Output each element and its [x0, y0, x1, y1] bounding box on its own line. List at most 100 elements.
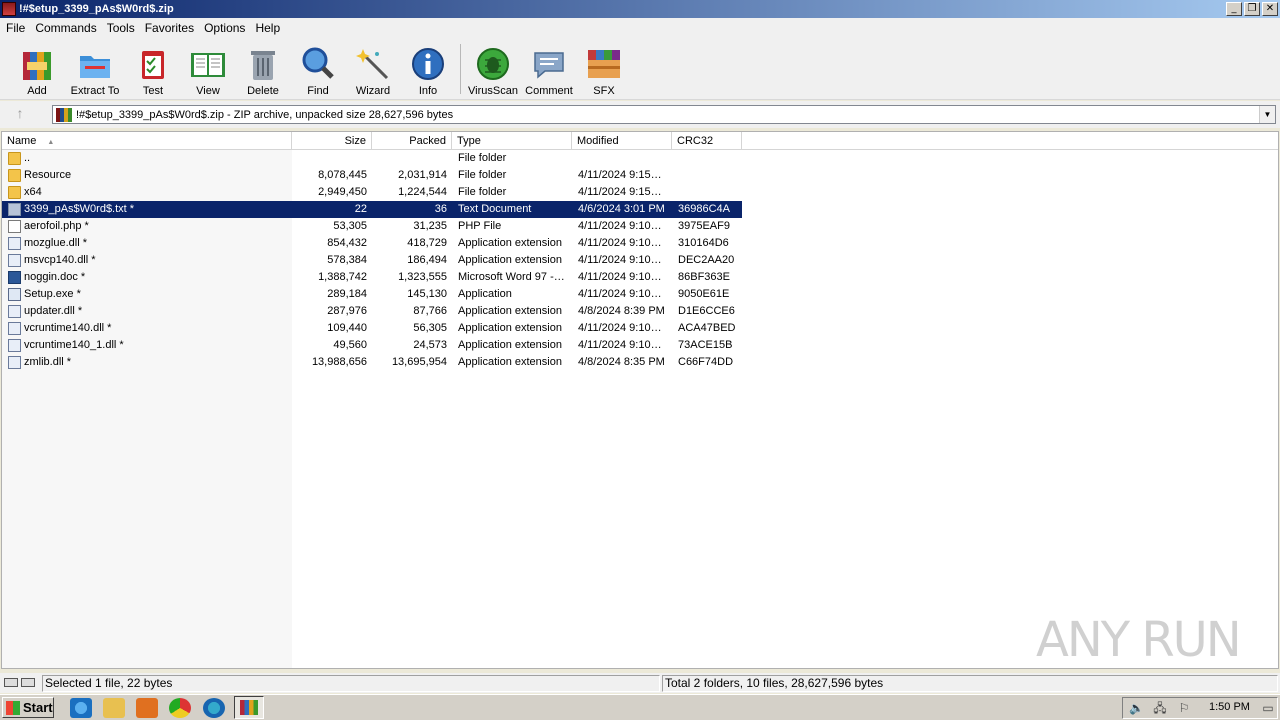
restore-button[interactable]: ❐	[1244, 2, 1260, 16]
menu-file[interactable]: File	[1, 21, 30, 35]
minimize-button[interactable]: _	[1226, 2, 1242, 16]
cell-crc: 86BF363E	[678, 271, 730, 283]
menu-bar: File Commands Tools Favorites Options He…	[0, 18, 1280, 38]
menu-help[interactable]: Help	[250, 21, 285, 35]
internet-explorer-icon[interactable]	[70, 698, 92, 718]
drive-icon[interactable]	[4, 678, 18, 687]
menu-tools[interactable]: Tools	[102, 21, 140, 35]
table-row[interactable]: Setup.exe * 289,184 145,130 Application 4/11…	[2, 286, 742, 303]
column-name[interactable]: Name ▲	[2, 132, 292, 150]
test-button[interactable]: Test	[125, 45, 181, 97]
file-icon	[8, 305, 21, 318]
table-row[interactable]: msvcp140.dll * 578,384 186,494 Application …	[2, 252, 742, 269]
file-icon	[8, 203, 21, 216]
menu-commands[interactable]: Commands	[30, 21, 101, 35]
wizard-button[interactable]: Wizard	[345, 45, 401, 97]
add-label: Add	[27, 85, 47, 97]
cell-name: zmlib.dll *	[24, 356, 72, 368]
column-size[interactable]: Size	[292, 132, 372, 150]
info-button[interactable]: Info	[400, 45, 456, 97]
comment-button[interactable]: Comment	[521, 45, 577, 97]
start-button[interactable]: Start	[2, 697, 54, 718]
cell-modified: 4/11/2024 9:10…	[578, 322, 662, 334]
comment-label: Comment	[525, 85, 573, 97]
media-player-icon[interactable]	[136, 698, 158, 718]
extract-to-button[interactable]: Extract To	[67, 45, 123, 97]
table-row[interactable]: aerofoil.php * 53,305 31,235 PHP File 4/11/2…	[2, 218, 742, 235]
chrome-icon[interactable]	[169, 698, 191, 718]
toolbar-separator	[460, 44, 461, 94]
column-modified[interactable]: Modified	[572, 132, 672, 150]
file-icon	[8, 339, 21, 352]
cell-packed: 24,573	[413, 339, 447, 351]
table-row[interactable]: vcruntime140.dll * 109,440 56,305 Applicati…	[2, 320, 742, 337]
cell-size: 53,305	[333, 220, 367, 232]
close-button[interactable]: ✕	[1262, 2, 1278, 16]
winrar-app-icon[interactable]	[2, 2, 16, 16]
table-row[interactable]: .. File folder	[2, 150, 742, 167]
file-list[interactable]: Name ▲ Size Packed Type Modified CRC32 .…	[1, 131, 1279, 669]
cell-modified: 4/8/2024 8:35 PM	[578, 356, 665, 368]
anyrun-watermark-logo: ANY RUN	[1036, 612, 1242, 668]
network-icon[interactable]: 🖧	[1153, 702, 1167, 715]
cell-size: 2,949,450	[318, 186, 367, 198]
file-icon	[8, 322, 21, 335]
sfx-button[interactable]: SFX	[576, 45, 632, 97]
clock[interactable]: 1:50 PM	[1209, 701, 1250, 713]
menu-favorites[interactable]: Favorites	[140, 21, 199, 35]
add-button[interactable]: Add	[9, 45, 65, 97]
table-row[interactable]: noggin.doc * 1,388,742 1,323,555 Microsoft …	[2, 269, 742, 286]
delete-label: Delete	[247, 85, 279, 97]
file-explorer-icon[interactable]	[103, 698, 125, 718]
edge-icon[interactable]	[203, 698, 225, 718]
cell-name: ..	[24, 152, 31, 164]
column-type[interactable]: Type	[452, 132, 572, 150]
cell-modified: 4/11/2024 9:10…	[578, 237, 662, 249]
key-icon[interactable]	[21, 678, 35, 687]
cell-type: Application	[458, 288, 512, 300]
delete-button[interactable]: Delete	[235, 45, 291, 97]
winrar-taskbar-button[interactable]	[234, 696, 264, 719]
view-button[interactable]: View	[180, 45, 236, 97]
sfx-label: SFX	[593, 85, 615, 97]
find-button[interactable]: Find	[290, 45, 346, 97]
virusscan-button[interactable]: VirusScan	[465, 45, 521, 97]
table-row[interactable]: zmlib.dll * 13,988,656 13,695,954 Applicati…	[2, 354, 742, 371]
table-row[interactable]: x64 2,949,450 1,224,544 File folder 4/11/202…	[2, 184, 742, 201]
column-name-label: Name	[7, 135, 37, 147]
file-icon	[8, 271, 21, 284]
folder-icon	[8, 152, 21, 165]
cell-crc: D1E6CCE6	[678, 305, 735, 317]
show-desktop-icon[interactable]: ▭	[1261, 702, 1275, 715]
up-arrow-icon[interactable]: ↑	[8, 105, 32, 123]
winrar-icon	[240, 700, 258, 715]
table-row[interactable]: mozglue.dll * 854,432 418,729 Application e…	[2, 235, 742, 252]
column-crc32[interactable]: CRC32	[672, 132, 742, 150]
flag-notification-icon[interactable]: ⚐	[1177, 702, 1191, 715]
cell-modified: 4/8/2024 8:39 PM	[578, 305, 665, 317]
zip-archive-icon	[56, 107, 72, 122]
cell-type: Microsoft Word 97 -…	[458, 271, 565, 283]
cell-packed: 31,235	[413, 220, 447, 232]
cell-name: 3399_pAs$W0rd$.txt *	[24, 203, 135, 215]
cell-name: vcruntime140_1.dll *	[24, 339, 124, 351]
cell-crc: 36986C4A	[678, 203, 730, 215]
extract-to-label: Extract To	[70, 85, 120, 97]
table-row[interactable]: Resource 8,078,445 2,031,914 File folder 4/1…	[2, 167, 742, 184]
cell-modified: 4/11/2024 9:15…	[578, 186, 662, 198]
table-row[interactable]: updater.dll * 287,976 87,766 Application ex…	[2, 303, 742, 320]
column-packed[interactable]: Packed	[372, 132, 452, 150]
cell-crc	[678, 167, 740, 184]
cell-type: PHP File	[458, 220, 502, 232]
menu-options[interactable]: Options	[199, 21, 250, 35]
status-total: Total 2 folders, 10 files, 28,627,596 by…	[662, 675, 1278, 692]
address-dropdown-icon[interactable]: ▼	[1259, 106, 1275, 123]
speaker-icon[interactable]: 🔈	[1129, 702, 1144, 715]
address-field[interactable]: !#$etup_3399_pAs$W0rd$.zip - ZIP archive…	[52, 105, 1276, 124]
cell-size: 49,560	[333, 339, 367, 351]
cell-crc	[678, 184, 740, 201]
cell-name: Resource	[24, 169, 72, 181]
window-title: !#$etup_3399_pAs$W0rd$.zip	[19, 3, 174, 15]
table-row[interactable]: 3399_pAs$W0rd$.txt * 22 36 Text Document 4/6…	[2, 201, 742, 218]
table-row[interactable]: vcruntime140_1.dll * 49,560 24,573 Applicat…	[2, 337, 742, 354]
